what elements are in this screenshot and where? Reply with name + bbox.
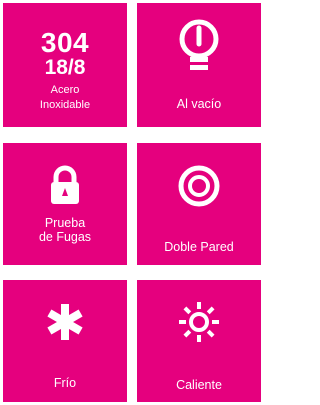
tile-content: Doble Pared	[141, 147, 257, 261]
sun-icon	[179, 302, 219, 342]
steel-ratio: 18/8	[44, 56, 86, 79]
tile-vacuum: Al vacío	[134, 0, 264, 130]
steel-grade-number: 304	[40, 27, 90, 58]
vacuum-bulb-icon	[179, 19, 219, 70]
vacuum-label: Al vacío	[176, 97, 222, 111]
tile-content: Frío	[7, 284, 123, 398]
material-line-2: Inoxidable	[39, 99, 91, 111]
tile-content: 304 18/8 Acero Inoxidable	[7, 7, 123, 123]
tile-hot: Caliente	[134, 277, 264, 405]
leakproof-line-2: de Fugas	[38, 230, 92, 244]
tile-content: Caliente	[141, 284, 257, 398]
tile-leakproof: Prueba de Fugas	[0, 140, 130, 268]
double-wall-label: Doble Pared	[164, 240, 234, 254]
padlock-icon	[51, 165, 79, 204]
tile-stainless-steel: 304 18/8 Acero Inoxidable	[0, 0, 130, 130]
tile-content: Prueba de Fugas	[7, 147, 123, 261]
material-line-1: Acero	[50, 84, 80, 96]
hot-label: Caliente	[176, 378, 222, 392]
tile-content: Al vacío	[141, 7, 257, 123]
concentric-circles-icon	[178, 165, 220, 207]
snowflake-asterisk-icon	[47, 304, 83, 340]
features-grid: 304 18/8 Acero Inoxidable Al vacío Prueb…	[0, 0, 264, 405]
leakproof-line-1: Prueba	[44, 216, 86, 230]
tile-double-wall: Doble Pared	[134, 140, 264, 268]
tile-cold: Frío	[0, 277, 130, 405]
cold-label: Frío	[53, 376, 77, 390]
